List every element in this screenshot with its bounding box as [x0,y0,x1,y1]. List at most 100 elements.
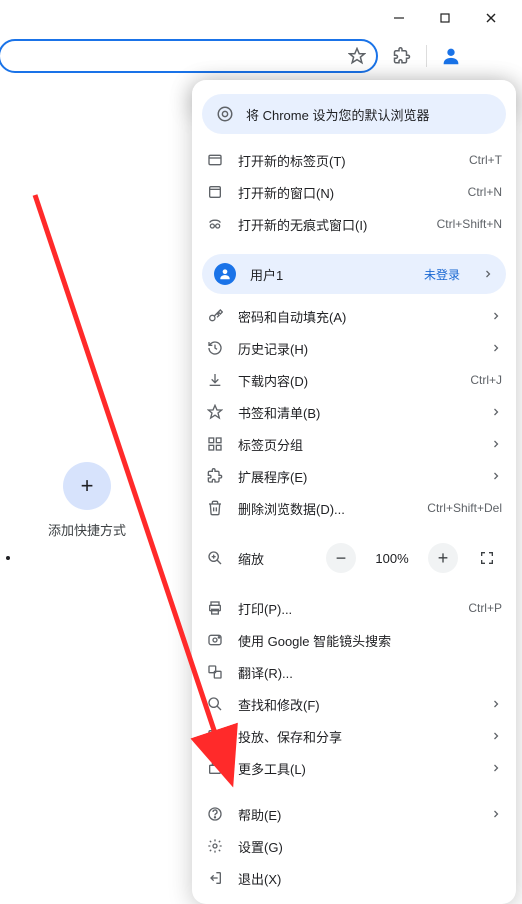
chevron-right-icon [490,730,502,742]
window-minimize-button[interactable] [376,2,422,34]
menu-label: 密码和自动填充(A) [238,307,476,326]
menu-label: 打开新的无痕式窗口(I) [238,215,423,234]
menu-accel: Ctrl+T [469,153,502,167]
profile-status: 未登录 [424,266,460,283]
menu-more-tools[interactable]: 更多工具(L) [192,752,516,784]
menu-label: 打开新的窗口(N) [238,183,454,202]
menu-lens[interactable]: 使用 Google 智能镜头搜索 [192,624,516,656]
translate-icon [206,664,224,680]
zoom-out-button[interactable]: − [326,543,356,573]
puzzle-icon [206,468,224,484]
profile-icon [214,263,236,285]
menu-passwords[interactable]: 密码和自动填充(A) [192,300,516,332]
lens-icon [206,632,224,648]
zoom-label: 缩放 [238,549,312,568]
window-maximize-button[interactable] [422,2,468,34]
chevron-right-icon [482,268,494,280]
address-bar[interactable] [0,39,378,73]
menu-label: 删除浏览数据(D)... [238,499,413,518]
menu-bookmarks[interactable]: 书签和清单(B) [192,396,516,428]
zoom-value: 100% [370,551,414,566]
toolbar-divider [426,45,427,67]
main-menu: 将 Chrome 设为您的默认浏览器 打开新的标签页(T) Ctrl+T 打开新… [192,80,516,904]
menu-new-window[interactable]: 打开新的窗口(N) Ctrl+N [192,176,516,208]
menu-help[interactable]: 帮助(E) [192,798,516,830]
menu-accel: Ctrl+P [468,601,502,615]
chevron-right-icon [490,698,502,710]
profile-avatar-button[interactable] [435,40,467,72]
menu-translate[interactable]: 翻译(R)... [192,656,516,688]
menu-zoom-row: 缩放 − 100% + [192,538,516,578]
menu-label: 翻译(R)... [238,663,502,682]
bookmark-star-icon[interactable] [348,47,366,65]
menu-extensions[interactable]: 扩展程序(E) [192,460,516,492]
profile-name: 用户1 [250,265,410,284]
trash-icon [206,500,224,516]
new-tab-icon [206,152,224,168]
menu-settings[interactable]: 设置(G) [192,830,516,862]
zoom-in-button[interactable]: + [428,543,458,573]
help-icon [206,806,224,822]
zoom-icon [206,550,224,566]
chevron-right-icon [490,438,502,450]
menu-profile-row[interactable]: 用户1 未登录 [202,254,506,294]
menu-find[interactable]: 查找和修改(F) [192,688,516,720]
exit-icon [206,870,224,886]
menu-downloads[interactable]: 下载内容(D) Ctrl+J [192,364,516,396]
star-icon [206,404,224,420]
decorative-dot [6,556,10,560]
menu-accel: Ctrl+J [470,373,502,387]
menu-label: 打开新的标签页(T) [238,151,455,170]
history-icon [206,340,224,356]
chevron-right-icon [490,808,502,820]
search-icon [206,696,224,712]
add-shortcut[interactable]: + 添加快捷方式 [48,462,126,539]
extensions-puzzle-icon[interactable] [386,40,418,72]
menu-label: 标签页分组 [238,435,476,454]
fullscreen-button[interactable] [472,543,502,573]
chevron-right-icon [490,342,502,354]
menu-label: 历史记录(H) [238,339,476,358]
menu-history[interactable]: 历史记录(H) [192,332,516,364]
incognito-icon [206,216,224,232]
new-window-icon [206,184,224,200]
toolbar [0,36,522,76]
chevron-right-icon [490,406,502,418]
menu-label: 打印(P)... [238,599,454,618]
chevron-right-icon [490,310,502,322]
window-titlebar [0,0,522,36]
menu-label: 扩展程序(E) [238,467,476,486]
download-icon [206,372,224,388]
cast-icon [206,728,224,744]
menu-label: 书签和清单(B) [238,403,476,422]
menu-cast[interactable]: 投放、保存和分享 [192,720,516,752]
chrome-icon [216,105,234,123]
menu-label: 投放、保存和分享 [238,727,476,746]
grid-icon [206,436,224,452]
menu-label: 下载内容(D) [238,371,456,390]
chevron-right-icon [490,762,502,774]
menu-incognito[interactable]: 打开新的无痕式窗口(I) Ctrl+Shift+N [192,208,516,240]
menu-label: 查找和修改(F) [238,695,476,714]
menu-accel: Ctrl+N [468,185,502,199]
tools-icon [206,760,224,776]
add-shortcut-label: 添加快捷方式 [48,520,126,539]
default-browser-label: 将 Chrome 设为您的默认浏览器 [246,105,429,124]
menu-new-tab[interactable]: 打开新的标签页(T) Ctrl+T [192,144,516,176]
plus-icon: + [63,462,111,510]
key-icon [206,308,224,324]
menu-default-browser-chip[interactable]: 将 Chrome 设为您的默认浏览器 [202,94,506,134]
menu-tab-groups[interactable]: 标签页分组 [192,428,516,460]
menu-label: 帮助(E) [238,805,476,824]
menu-accel: Ctrl+Shift+Del [427,501,502,515]
gear-icon [206,838,224,854]
menu-accel: Ctrl+Shift+N [437,217,502,231]
menu-label: 设置(G) [238,837,502,856]
menu-print[interactable]: 打印(P)... Ctrl+P [192,592,516,624]
menu-clear-data[interactable]: 删除浏览数据(D)... Ctrl+Shift+Del [192,492,516,524]
window-close-button[interactable] [468,2,514,34]
menu-exit[interactable]: 退出(X) [192,862,516,894]
menu-label: 更多工具(L) [238,759,476,778]
print-icon [206,600,224,616]
menu-label: 使用 Google 智能镜头搜索 [238,631,502,650]
